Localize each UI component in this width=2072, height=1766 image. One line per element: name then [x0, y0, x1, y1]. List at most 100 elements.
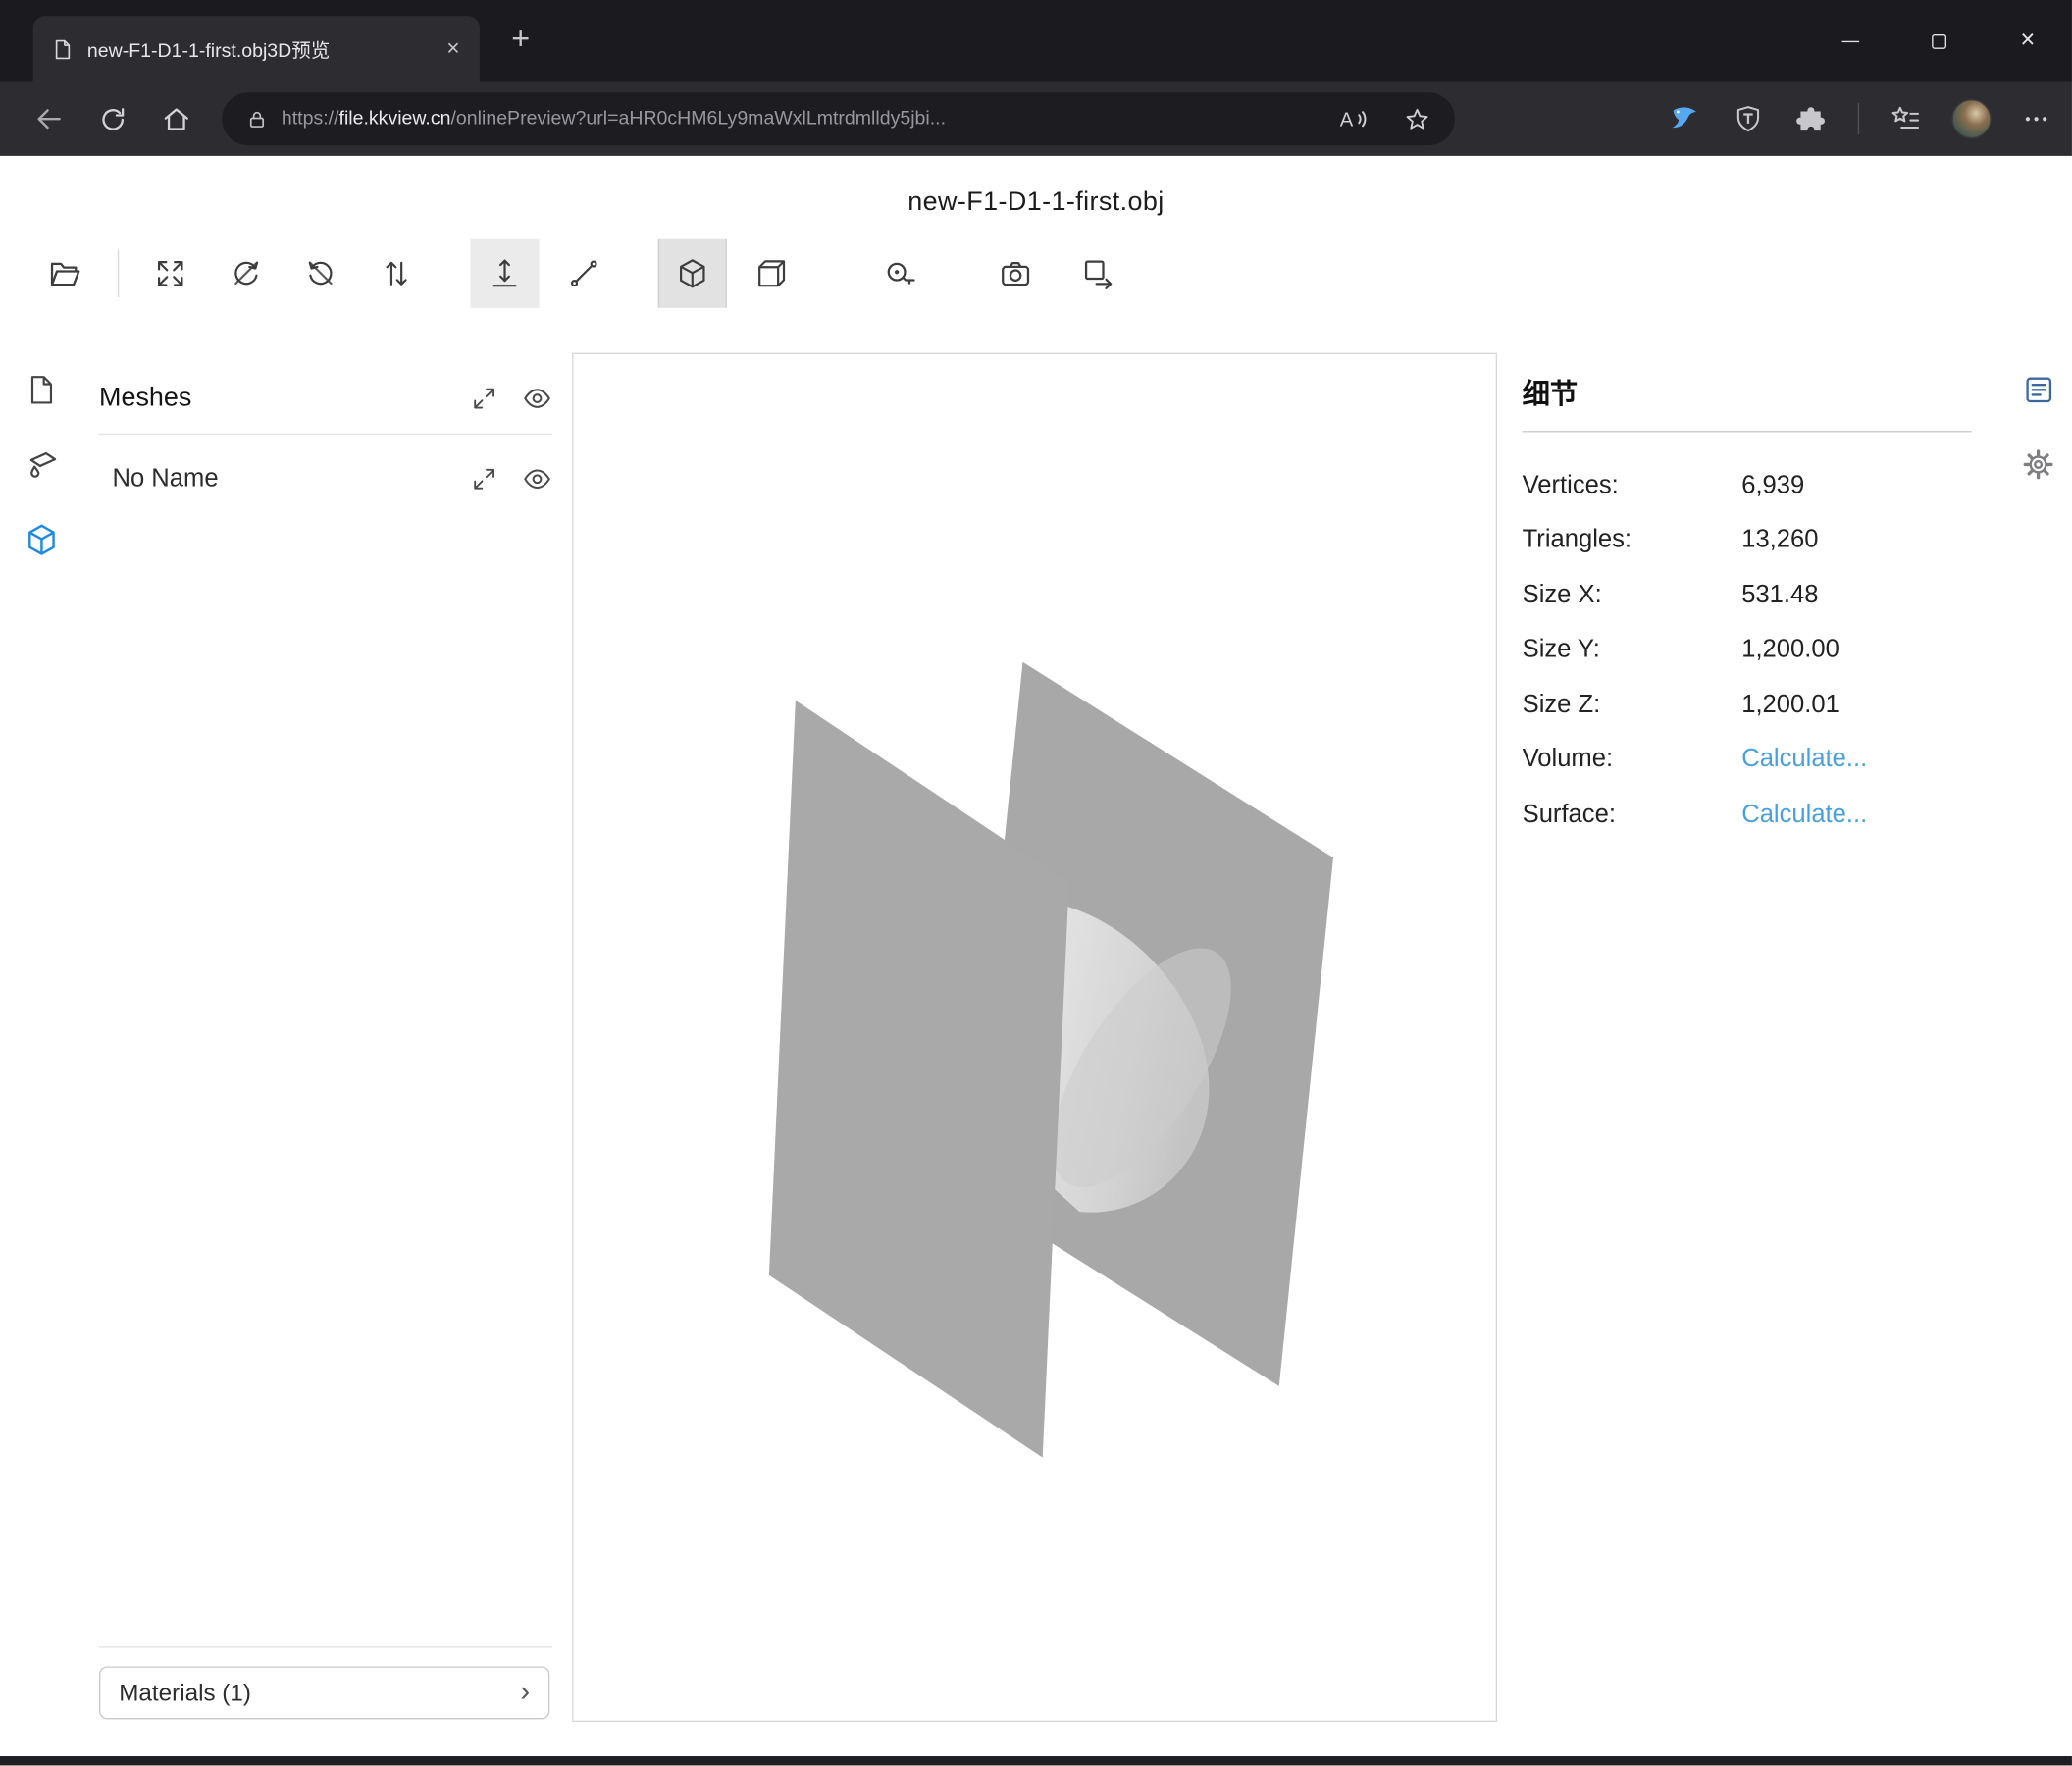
window-bottom-edge — [0, 1756, 2072, 1765]
url-path: /onlinePreview?url=aHR0cHM6Ly9maWxlLmtrd… — [451, 108, 947, 130]
details-list-icon[interactable] — [2021, 373, 2055, 407]
url-text: https://file.kkview.cn/onlinePreview?url… — [282, 108, 946, 130]
calculate-surface-link[interactable]: Calculate... — [1741, 801, 1867, 830]
rotate-x-button[interactable] — [216, 243, 277, 304]
model-render — [574, 354, 1496, 1721]
home-button[interactable] — [153, 96, 198, 141]
details-title: 细节 — [1523, 373, 1972, 433]
perspective-view-icon — [675, 256, 709, 290]
details-row-surface: Surface: Calculate... — [1523, 788, 1972, 843]
measure-tape-button[interactable] — [869, 243, 930, 304]
url-host: file.kkview.cn — [339, 108, 451, 130]
details-label: Size Y: — [1523, 636, 1742, 665]
meshes-header-actions — [470, 383, 552, 413]
maximize-icon — [1932, 33, 1946, 48]
zoom-to-all-icon[interactable] — [470, 384, 497, 411]
open-file-button[interactable] — [34, 243, 95, 304]
page-title: new-F1-D1-1-first.obj — [0, 187, 2072, 218]
materials-icon[interactable] — [24, 446, 59, 482]
toggle-mesh-visibility-eye-icon[interactable] — [522, 464, 552, 494]
mesh-item-actions — [470, 464, 552, 494]
screenshot-button[interactable] — [984, 243, 1045, 304]
rotate-z-button[interactable] — [290, 243, 351, 304]
profile-avatar[interactable] — [1951, 99, 1991, 138]
details-label: Surface: — [1523, 801, 1742, 830]
meshes-title: Meshes — [99, 383, 470, 413]
open-file-icon — [47, 256, 82, 291]
fit-view-icon — [153, 256, 187, 290]
details-label: Size Z: — [1523, 691, 1742, 720]
details-row-size-y: Size Y: 1,200.00 — [1523, 623, 1972, 678]
rotate-x-icon — [229, 256, 263, 290]
export-view-icon — [1080, 256, 1115, 291]
perspective-view-button[interactable] — [658, 239, 727, 308]
tampermonkey-extension-icon[interactable] — [1733, 103, 1764, 134]
orthographic-view-button[interactable] — [742, 243, 803, 304]
toggle-all-visibility-eye-icon[interactable] — [522, 383, 552, 413]
details-row-vertices: Vertices: 6,939 — [1523, 458, 1972, 513]
back-button[interactable] — [26, 96, 72, 141]
mesh-list-item[interactable]: No Name — [99, 464, 552, 494]
export-view-button[interactable] — [1067, 243, 1128, 304]
page-file-icon — [52, 37, 75, 60]
details-row-size-x: Size X: 531.48 — [1523, 568, 1972, 623]
read-aloud-icon[interactable]: A — [1337, 104, 1369, 133]
meshes-panel: Meshes No Name — [99, 373, 552, 494]
screen: new-F1-D1-1-first.obj3D预览 × + × https://… — [0, 0, 2072, 1766]
screenshot-camera-icon — [997, 256, 1032, 291]
window-controls: × — [1806, 0, 2072, 82]
minimize-button[interactable] — [1806, 0, 1894, 82]
maximize-button[interactable] — [1894, 0, 1983, 82]
address-bar-actions: A — [1337, 104, 1431, 133]
calculate-volume-link[interactable]: Calculate... — [1741, 746, 1867, 775]
up-axis-button[interactable] — [470, 239, 539, 308]
measure-line-button[interactable] — [553, 243, 614, 304]
viewer-page: new-F1-D1-1-first.obj — [0, 156, 2072, 1756]
up-axis-icon — [488, 256, 522, 290]
flip-vertical-icon — [380, 256, 414, 290]
titlebar: new-F1-D1-1-first.obj3D预览 × + × — [0, 0, 2072, 82]
measure-line-icon — [567, 256, 601, 290]
details-rows: Vertices: 6,939 Triangles: 13,260 Size X… — [1523, 458, 1972, 842]
details-value: 1,200.01 — [1741, 691, 1839, 720]
details-value: 13,260 — [1741, 526, 1818, 555]
rotate-z-icon — [304, 256, 338, 290]
toolbar-divider — [118, 250, 119, 297]
mesh-name: No Name — [112, 464, 470, 493]
navbar-right-cluster — [1668, 99, 2072, 138]
materials-button[interactable]: Materials (1) › — [99, 1666, 549, 1719]
new-tab-button[interactable]: + — [500, 22, 540, 61]
left-rail — [0, 373, 82, 558]
model-viewport[interactable] — [572, 353, 1497, 1722]
details-label: Vertices: — [1523, 472, 1742, 501]
refresh-button[interactable] — [90, 96, 135, 141]
browser-menu-icon[interactable] — [2022, 104, 2051, 133]
flip-vertical-button[interactable] — [366, 243, 427, 304]
extensions-puzzle-icon[interactable] — [1794, 102, 1828, 135]
fit-view-button[interactable] — [140, 243, 201, 304]
bird-extension-icon[interactable] — [1668, 102, 1702, 136]
favorite-star-icon[interactable] — [1403, 105, 1430, 132]
details-row-size-z: Size Z: 1,200.01 — [1523, 678, 1972, 733]
tab-close-icon[interactable]: × — [438, 33, 469, 65]
close-window-button[interactable]: × — [1984, 0, 2072, 82]
details-value: 1,200.00 — [1741, 636, 1839, 665]
browser-tab[interactable]: new-F1-D1-1-first.obj3D预览 × — [33, 16, 480, 81]
model-cube-icon[interactable] — [24, 522, 59, 557]
measure-tape-icon — [882, 256, 917, 291]
materials-label: Materials (1) — [119, 1679, 520, 1706]
details-value: 531.48 — [1741, 581, 1818, 610]
navbar-divider — [1858, 103, 1859, 134]
favorites-hub-icon[interactable] — [1890, 103, 1921, 134]
svg-text:A: A — [1340, 110, 1354, 131]
settings-gear-icon[interactable] — [2020, 446, 2055, 482]
details-label: Size X: — [1523, 581, 1742, 610]
details-row-volume: Volume: Calculate... — [1523, 733, 1972, 788]
file-info-icon[interactable] — [24, 373, 58, 407]
right-rail — [2020, 373, 2055, 483]
details-label: Triangles: — [1523, 526, 1742, 555]
details-label: Volume: — [1523, 746, 1742, 775]
address-bar[interactable]: https://file.kkview.cn/onlinePreview?url… — [222, 92, 1455, 145]
url-scheme: https:// — [282, 108, 339, 130]
zoom-to-mesh-icon[interactable] — [470, 465, 497, 493]
